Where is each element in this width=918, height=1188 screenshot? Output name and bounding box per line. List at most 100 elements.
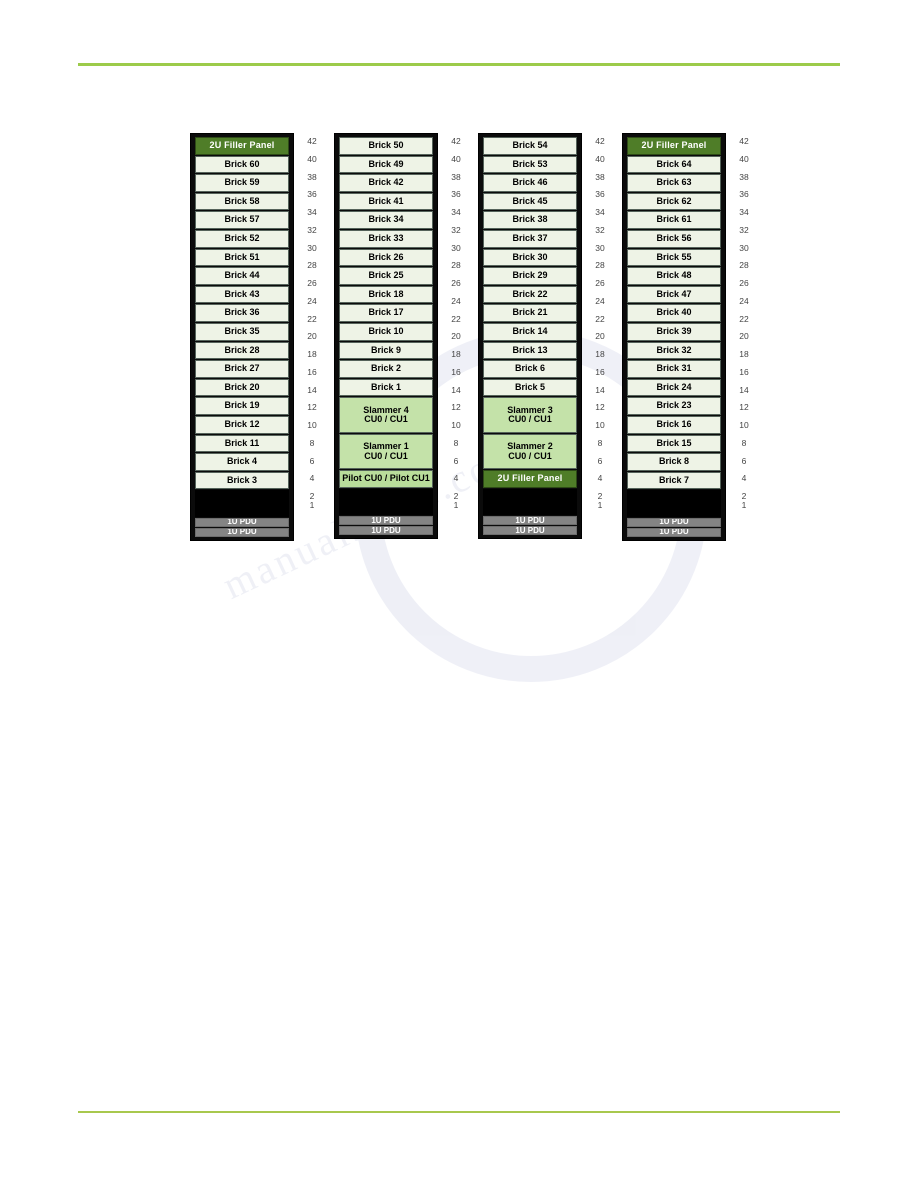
scale-tick: 18	[451, 349, 461, 359]
rack-4-unit-brick-17[interactable]: Brick 8	[627, 453, 721, 471]
rack-3-unit-pdu-18[interactable]: 1U PDU	[483, 516, 577, 526]
scale-tick: 36	[451, 189, 461, 200]
rack-1-unit-brick-8[interactable]: Brick 43	[195, 285, 289, 304]
rack-2-unit-brick-0[interactable]: Brick 50	[339, 137, 433, 155]
rack-1-unit-brick-3[interactable]: Brick 58	[195, 192, 289, 211]
rack-4-unit-brick-3[interactable]: Brick 62	[627, 192, 721, 211]
scale-tick: 30	[307, 242, 317, 253]
rack-3-unit-brick-5[interactable]: Brick 37	[483, 229, 577, 248]
rack-4-unit-brick-14[interactable]: Brick 23	[627, 397, 721, 415]
rack-2-unit-brick-6[interactable]: Brick 26	[339, 248, 433, 267]
rack-1-unit-brick-14[interactable]: Brick 19	[195, 397, 289, 415]
rack-3-unit-brick-13[interactable]: Brick 5	[483, 378, 577, 397]
rack-3-unit-slammer-14[interactable]: Slammer 3 CU0 / CU1	[483, 397, 577, 433]
rack-4-unit-brick-12[interactable]: Brick 31	[627, 360, 721, 378]
rack-4-unit-brick-7[interactable]: Brick 48	[627, 267, 721, 285]
rack-4-unit-brick-10[interactable]: Brick 39	[627, 322, 721, 341]
rack-2-unit-brick-10[interactable]: Brick 10	[339, 322, 433, 341]
rack-3-unit-pdu-19[interactable]: 1U PDU	[483, 526, 577, 536]
rack-1-unit-brick-6[interactable]: Brick 51	[195, 248, 289, 267]
rack-2-unit-slammer-15[interactable]: Slammer 1 CU0 / CU1	[339, 433, 433, 470]
rack-2-unit-brick-11[interactable]: Brick 9	[339, 341, 433, 360]
scale-tick: 14	[595, 384, 605, 395]
rack-3-unit-brick-11[interactable]: Brick 13	[483, 341, 577, 360]
rack-2-unit-brick-9[interactable]: Brick 17	[339, 304, 433, 322]
rack-4-unit-brick-4[interactable]: Brick 61	[627, 211, 721, 229]
rack-4-unit-brick-16[interactable]: Brick 15	[627, 434, 721, 453]
scale-tick: 8	[741, 437, 747, 448]
rack-3-unit-brick-6[interactable]: Brick 30	[483, 248, 577, 267]
rack-4-unit-pdu-21[interactable]: 1U PDU	[627, 527, 721, 537]
rack-2-unit-pdu-18[interactable]: 1U PDU	[339, 516, 433, 526]
scale-tick: 34	[595, 207, 605, 217]
rack-1: 2U Filler Panel Brick 60 Brick 59 Brick 58 B…	[190, 133, 294, 541]
rack-2-unit-brick-1[interactable]: Brick 49	[339, 155, 433, 174]
rack-1-unit-brick-13[interactable]: Brick 20	[195, 378, 289, 397]
rack-1-unit-pdu-20[interactable]: 1U PDU	[195, 517, 289, 527]
rack-1-unit-filler-0[interactable]: 2U Filler Panel	[195, 137, 289, 155]
rack-4-unit-brick-18[interactable]: Brick 7	[627, 471, 721, 490]
rack-1-unit-brick-16[interactable]: Brick 11	[195, 434, 289, 453]
rack-3-unit-brick-10[interactable]: Brick 14	[483, 322, 577, 341]
scale-tick: 24	[595, 295, 605, 306]
rack-4-unit-brick-6[interactable]: Brick 55	[627, 248, 721, 267]
rack-2-unit-brick-8[interactable]: Brick 18	[339, 285, 433, 304]
rack-2-unit-brick-2[interactable]: Brick 42	[339, 174, 433, 192]
rack-4-unit-brick-13[interactable]: Brick 24	[627, 378, 721, 397]
rack-4-unit-brick-8[interactable]: Brick 47	[627, 285, 721, 304]
rack-1-unit-brick-7[interactable]: Brick 44	[195, 267, 289, 285]
rack-1-unit-pdu-21[interactable]: 1U PDU	[195, 527, 289, 537]
rack-4-unit-brick-9[interactable]: Brick 40	[627, 304, 721, 322]
scale-tick: 1	[741, 500, 747, 510]
rack-2-unit-brick-3[interactable]: Brick 41	[339, 192, 433, 211]
rack-2-unit-brick-12[interactable]: Brick 2	[339, 360, 433, 378]
rack-4-unit-brick-2[interactable]: Brick 63	[627, 174, 721, 192]
scale-tick: 20	[451, 331, 461, 342]
rack-1-unit-brick-15[interactable]: Brick 12	[195, 415, 289, 434]
rack-1-unit-brick-5[interactable]: Brick 52	[195, 229, 289, 248]
scale-tick: 8	[597, 437, 603, 448]
rack-3-unit-brick-3[interactable]: Brick 45	[483, 192, 577, 211]
rack-4-unit-brick-1[interactable]: Brick 64	[627, 155, 721, 174]
scale-tick: 42	[739, 136, 749, 146]
rack-3-unit-brick-12[interactable]: Brick 6	[483, 360, 577, 378]
rack-4-unit-brick-11[interactable]: Brick 32	[627, 341, 721, 360]
rack-3-unit-slammer-15[interactable]: Slammer 2 CU0 / CU1	[483, 433, 577, 470]
scale-tick: 40	[595, 153, 605, 164]
rack-3-unit-brick-0[interactable]: Brick 54	[483, 137, 577, 155]
rack-4-unit-brick-15[interactable]: Brick 16	[627, 415, 721, 434]
rack-2-unit-pilot-16[interactable]: Pilot CU0 / Pilot CU1	[339, 470, 433, 488]
scale-tick: 4	[453, 473, 459, 484]
scale-tick: 36	[739, 189, 749, 200]
scale-tick: 42	[307, 136, 317, 146]
rack-1-unit-brick-12[interactable]: Brick 27	[195, 360, 289, 378]
rack-1-unit-brick-18[interactable]: Brick 3	[195, 471, 289, 490]
rack-3-unit-filler-16[interactable]: 2U Filler Panel	[483, 470, 577, 488]
rack-2-unit-brick-7[interactable]: Brick 25	[339, 267, 433, 285]
rack-1-unit-brick-2[interactable]: Brick 59	[195, 174, 289, 192]
rack-4-unit-brick-5[interactable]: Brick 56	[627, 229, 721, 248]
rack-2-unit-slammer-14[interactable]: Slammer 4 CU0 / CU1	[339, 397, 433, 433]
rack-1-unit-gap-19	[195, 490, 289, 517]
rack-3-unit-brick-7[interactable]: Brick 29	[483, 267, 577, 285]
rack-1-unit-brick-9[interactable]: Brick 36	[195, 304, 289, 322]
scale-tick: 18	[307, 349, 317, 359]
rack-3-unit-brick-8[interactable]: Brick 22	[483, 285, 577, 304]
rack-2-unit-pdu-19[interactable]: 1U PDU	[339, 526, 433, 536]
rack-2-unit-brick-13[interactable]: Brick 1	[339, 378, 433, 397]
rack-4-unit-filler-0[interactable]: 2U Filler Panel	[627, 137, 721, 155]
rack-3-unit-brick-1[interactable]: Brick 53	[483, 155, 577, 174]
rack-3-unit-brick-2[interactable]: Brick 46	[483, 174, 577, 192]
rack-3-unit-brick-4[interactable]: Brick 38	[483, 211, 577, 229]
rack-1-unit-brick-17[interactable]: Brick 4	[195, 453, 289, 471]
rack-4-unit-pdu-20[interactable]: 1U PDU	[627, 517, 721, 527]
rack-1-unit-brick-11[interactable]: Brick 28	[195, 341, 289, 360]
rack-1-unit-brick-10[interactable]: Brick 35	[195, 322, 289, 341]
rack-3-unit-brick-9[interactable]: Brick 21	[483, 304, 577, 322]
rack-2-unit-brick-4[interactable]: Brick 34	[339, 211, 433, 229]
rack-2-unit-brick-5[interactable]: Brick 33	[339, 229, 433, 248]
rack-1-unit-brick-4[interactable]: Brick 57	[195, 211, 289, 229]
scale-tick: 32	[595, 224, 605, 235]
scale-tick: 34	[307, 207, 317, 217]
rack-1-unit-brick-1[interactable]: Brick 60	[195, 155, 289, 174]
